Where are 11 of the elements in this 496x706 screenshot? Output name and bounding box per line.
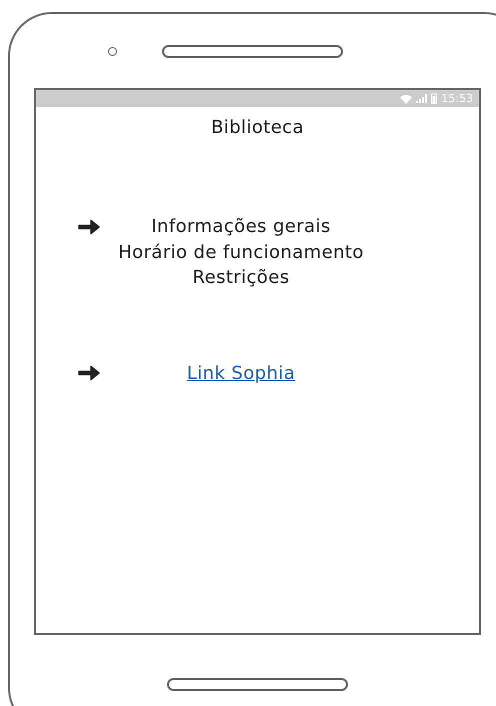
battery-icon [431, 93, 438, 104]
link[interactable]: Link Sophia [186, 362, 296, 384]
screen-title: Biblioteca [211, 117, 304, 138]
menu-text: Restrições [192, 267, 290, 288]
home-bar-icon [167, 678, 348, 691]
speaker-icon [162, 44, 343, 58]
signal-icon [416, 94, 428, 103]
menu-text: Informações gerais [151, 216, 331, 238]
camera-icon [108, 46, 117, 56]
menu-text: Horário de funcionamento [118, 242, 364, 263]
wifi-icon [400, 94, 412, 104]
